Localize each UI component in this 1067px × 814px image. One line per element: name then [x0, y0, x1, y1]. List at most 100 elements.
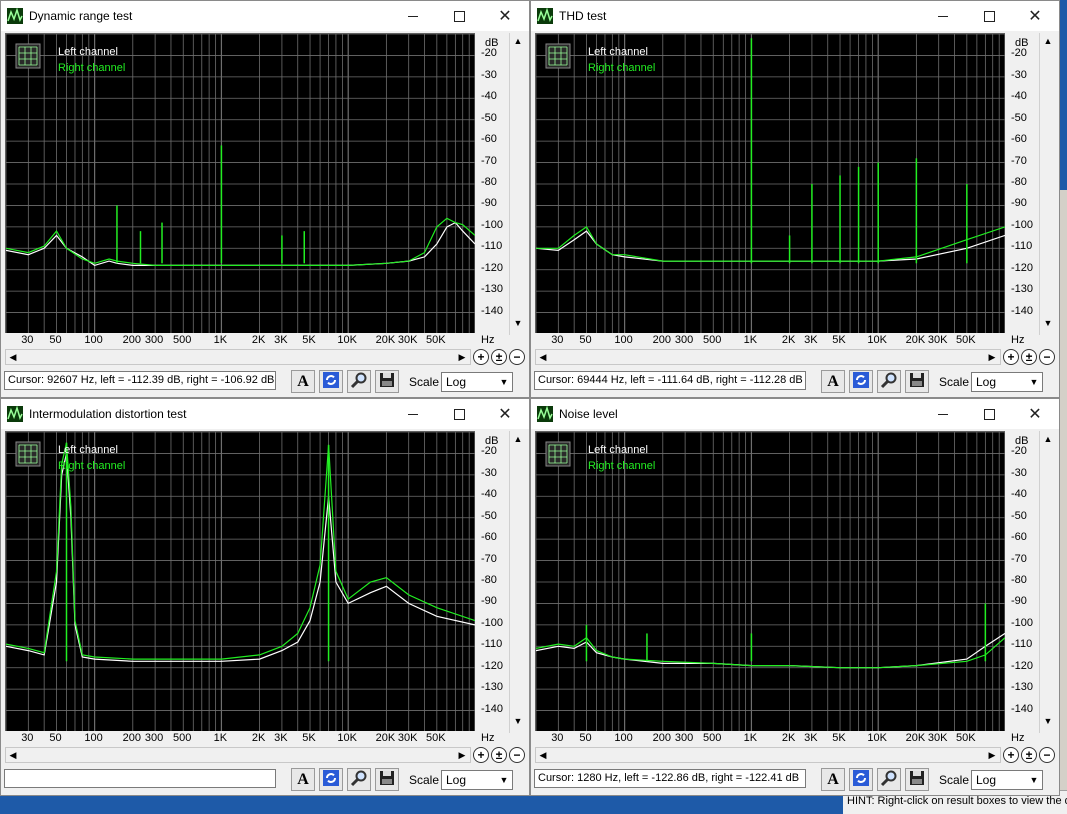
minimize-button[interactable] — [921, 4, 965, 28]
horizontal-scrollbar[interactable]: ◀ ▶ — [535, 747, 1001, 763]
maximize-button[interactable] — [967, 402, 1011, 426]
refresh-button[interactable] — [849, 768, 873, 791]
text-tool-button[interactable]: A — [821, 370, 845, 393]
maximize-button[interactable] — [437, 4, 481, 28]
legend-grid-icon[interactable] — [15, 43, 41, 69]
text-tool-button[interactable]: A — [291, 768, 315, 791]
horizontal-scrollbar[interactable]: ◀ ▶ — [535, 349, 1001, 365]
spectrum-plot[interactable]: Left channel Right channel — [535, 33, 1006, 335]
close-button[interactable]: ✕ — [483, 402, 527, 426]
analysis-window[interactable]: Dynamic range test ✕ Left channel Right cha… — [0, 0, 530, 398]
spectrum-svg[interactable]: Left channel Right channel — [6, 432, 475, 732]
scroll-up-arrow-icon[interactable]: ▲ — [1042, 433, 1054, 445]
hz-tick-label: 10K — [337, 334, 357, 346]
refresh-button[interactable] — [319, 370, 343, 393]
spectrum-svg[interactable]: Left channel Right channel — [536, 34, 1005, 334]
legend-grid-icon[interactable] — [545, 441, 571, 467]
chevron-down-icon[interactable]: ▼ — [1026, 373, 1042, 391]
close-button[interactable]: ✕ — [483, 4, 527, 28]
title-bar[interactable]: Noise level ✕ — [531, 399, 1059, 429]
zoom-out-button[interactable]: − — [1039, 349, 1055, 365]
minimize-button[interactable] — [391, 402, 435, 426]
chevron-down-icon[interactable]: ▼ — [1026, 771, 1042, 789]
scroll-down-arrow-icon[interactable]: ▼ — [1042, 715, 1054, 727]
vertical-scrollbar[interactable]: ▲ ▼ — [509, 33, 526, 335]
scale-dropdown[interactable]: Log ▼ — [971, 770, 1043, 790]
scroll-right-arrow-icon[interactable]: ▶ — [986, 351, 998, 363]
hz-unit-label: Hz — [481, 334, 495, 346]
scroll-up-arrow-icon[interactable]: ▲ — [1042, 35, 1054, 47]
title-bar[interactable]: THD test ✕ — [531, 1, 1059, 31]
spectrum-plot[interactable]: Left channel Right channel — [5, 431, 476, 733]
zoom-tool-button[interactable] — [877, 768, 901, 791]
scroll-down-arrow-icon[interactable]: ▼ — [1042, 317, 1054, 329]
db-tick-label: -90 — [1011, 595, 1027, 608]
analysis-window[interactable]: Noise level ✕ Left channel Right channel dB -… — [530, 398, 1060, 796]
zoom-reset-button[interactable]: ± — [491, 747, 507, 763]
legend-grid-icon[interactable] — [15, 441, 41, 467]
maximize-button[interactable] — [967, 4, 1011, 28]
scale-dropdown[interactable]: Log ▼ — [441, 372, 513, 392]
vertical-scrollbar[interactable]: ▲ ▼ — [1039, 431, 1056, 733]
save-button[interactable] — [375, 768, 399, 791]
close-button[interactable]: ✕ — [1013, 4, 1057, 28]
db-tick-label: -140 — [1011, 304, 1034, 317]
scale-dropdown[interactable]: Log ▼ — [971, 372, 1043, 392]
scroll-down-arrow-icon[interactable]: ▼ — [512, 317, 524, 329]
vertical-scrollbar[interactable]: ▲ ▼ — [1039, 33, 1056, 335]
scroll-left-arrow-icon[interactable]: ◀ — [7, 351, 19, 363]
close-button[interactable]: ✕ — [1013, 402, 1057, 426]
spectrum-plot[interactable]: Left channel Right channel — [535, 431, 1006, 733]
spectrum-plot[interactable]: Left channel Right channel — [5, 33, 476, 335]
title-bar[interactable]: Intermodulation distortion test ✕ — [1, 399, 529, 429]
scroll-right-arrow-icon[interactable]: ▶ — [456, 749, 468, 761]
horizontal-scrollbar[interactable]: ◀ ▶ — [5, 349, 471, 365]
scroll-right-arrow-icon[interactable]: ▶ — [986, 749, 998, 761]
zoom-out-button[interactable]: − — [509, 747, 525, 763]
save-button[interactable] — [905, 768, 929, 791]
horizontal-scrollbar[interactable]: ◀ ▶ — [5, 747, 471, 763]
minimize-button[interactable] — [391, 4, 435, 28]
zoom-tool-button[interactable] — [347, 370, 371, 393]
minimize-button[interactable] — [921, 402, 965, 426]
zoom-in-button[interactable]: + — [473, 349, 489, 365]
spectrum-svg[interactable]: Left channel Right channel — [536, 432, 1005, 732]
zoom-reset-button[interactable]: ± — [491, 349, 507, 365]
text-tool-button[interactable]: A — [821, 768, 845, 791]
scale-dropdown[interactable]: Log ▼ — [441, 770, 513, 790]
spectrum-svg[interactable]: Left channel Right channel — [6, 34, 475, 334]
scroll-left-arrow-icon[interactable]: ◀ — [7, 749, 19, 761]
chevron-down-icon[interactable]: ▼ — [496, 771, 512, 789]
db-tick-label: -80 — [1011, 574, 1027, 586]
refresh-button[interactable] — [319, 768, 343, 791]
scroll-up-arrow-icon[interactable]: ▲ — [512, 35, 524, 47]
save-button[interactable] — [905, 370, 929, 393]
title-bar[interactable]: Dynamic range test ✕ — [1, 1, 529, 31]
save-button[interactable] — [375, 370, 399, 393]
zoom-tool-button[interactable] — [347, 768, 371, 791]
analysis-window[interactable]: THD test ✕ Left channel Right channel dB -20-… — [530, 0, 1060, 398]
scale-caption: Scale — [939, 375, 970, 389]
zoom-in-button[interactable]: + — [473, 747, 489, 763]
zoom-out-button[interactable]: − — [509, 349, 525, 365]
refresh-button[interactable] — [849, 370, 873, 393]
maximize-button[interactable] — [437, 402, 481, 426]
hz-tick-label: 5K — [832, 334, 846, 346]
scroll-left-arrow-icon[interactable]: ◀ — [537, 749, 549, 761]
zoom-in-button[interactable]: + — [1003, 349, 1019, 365]
analysis-window[interactable]: Intermodulation distortion test ✕ Left cha… — [0, 398, 530, 796]
zoom-in-button[interactable]: + — [1003, 747, 1019, 763]
scroll-left-arrow-icon[interactable]: ◀ — [537, 351, 549, 363]
analyzer-app-icon — [537, 7, 553, 24]
zoom-out-button[interactable]: − — [1039, 747, 1055, 763]
scroll-down-arrow-icon[interactable]: ▼ — [512, 715, 524, 727]
zoom-reset-button[interactable]: ± — [1021, 349, 1037, 365]
scroll-up-arrow-icon[interactable]: ▲ — [512, 433, 524, 445]
text-tool-button[interactable]: A — [291, 370, 315, 393]
legend-grid-icon[interactable] — [545, 43, 571, 69]
vertical-scrollbar[interactable]: ▲ ▼ — [509, 431, 526, 733]
zoom-tool-button[interactable] — [877, 370, 901, 393]
chevron-down-icon[interactable]: ▼ — [496, 373, 512, 391]
zoom-reset-button[interactable]: ± — [1021, 747, 1037, 763]
scroll-right-arrow-icon[interactable]: ▶ — [456, 351, 468, 363]
